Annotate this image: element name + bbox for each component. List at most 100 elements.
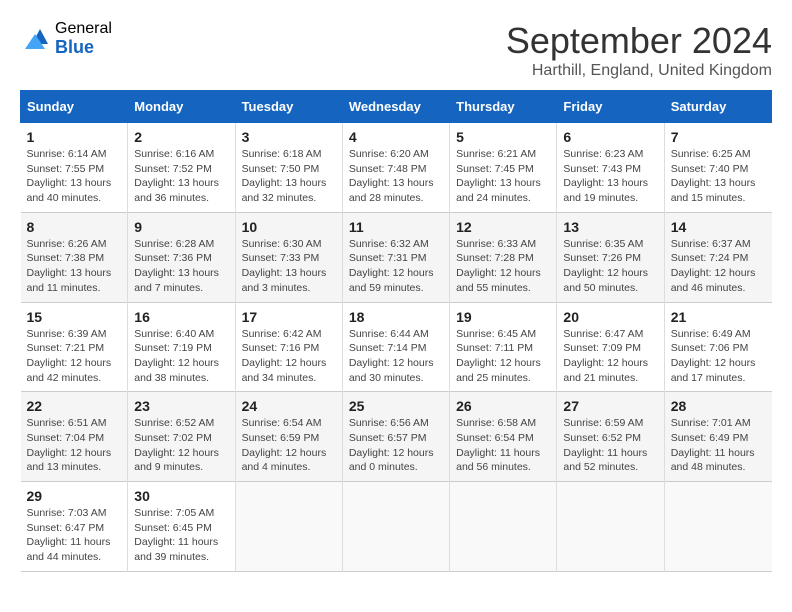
calendar-week-row: 22Sunrise: 6:51 AMSunset: 7:04 PMDayligh… (21, 392, 772, 482)
calendar-week-row: 15 Sunrise: 6:39 AMSunset: 7:21 PMDayligh… (21, 302, 772, 392)
day-info: Sunrise: 7:05 AMSunset: 6:45 PMDaylight:… (134, 506, 228, 565)
calendar-cell: 29 Sunrise: 7:03 AMSunset: 6:47 PMDayligh… (21, 482, 128, 572)
day-info: Sunrise: 6:51 AMSunset: 7:04 PMDaylight:… (27, 416, 122, 475)
day-info: Sunrise: 6:40 AMSunset: 7:19 PMDaylight:… (134, 327, 228, 386)
day-number: 21 (671, 309, 766, 325)
day-info: Sunrise: 6:58 AMSunset: 6:54 PMDaylight:… (456, 416, 550, 475)
calendar-cell: 6 Sunrise: 6:23 AMSunset: 7:43 PMDaylight… (557, 123, 664, 213)
header-tuesday: Tuesday (235, 91, 342, 123)
calendar-cell: 17 Sunrise: 6:42 AMSunset: 7:16 PMDayligh… (235, 302, 342, 392)
logo-general: General (55, 20, 112, 38)
calendar-cell: 14 Sunrise: 6:37 AMSunset: 7:24 PMDayligh… (664, 212, 771, 302)
day-number: 19 (456, 309, 550, 325)
calendar-cell (557, 482, 664, 572)
calendar-cell: 8 Sunrise: 6:26 AMSunset: 7:38 PMDaylight… (21, 212, 128, 302)
day-info: Sunrise: 6:20 AMSunset: 7:48 PMDaylight:… (349, 147, 443, 206)
header-sunday: Sunday (21, 91, 128, 123)
header-thursday: Thursday (450, 91, 557, 123)
day-number: 12 (456, 219, 550, 235)
day-info: Sunrise: 7:03 AMSunset: 6:47 PMDaylight:… (27, 506, 122, 565)
day-info: Sunrise: 6:52 AMSunset: 7:02 PMDaylight:… (134, 416, 228, 475)
day-info: Sunrise: 6:33 AMSunset: 7:28 PMDaylight:… (456, 237, 550, 296)
day-info: Sunrise: 6:37 AMSunset: 7:24 PMDaylight:… (671, 237, 766, 296)
day-info: Sunrise: 6:45 AMSunset: 7:11 PMDaylight:… (456, 327, 550, 386)
calendar-cell: 11Sunrise: 6:32 AMSunset: 7:31 PMDayligh… (342, 212, 449, 302)
day-info: Sunrise: 6:23 AMSunset: 7:43 PMDaylight:… (563, 147, 657, 206)
calendar-cell: 28 Sunrise: 7:01 AMSunset: 6:49 PMDayligh… (664, 392, 771, 482)
calendar-header-row: SundayMondayTuesdayWednesdayThursdayFrid… (21, 91, 772, 123)
calendar-week-row: 1Sunrise: 6:14 AMSunset: 7:55 PMDaylight… (21, 123, 772, 213)
day-number: 23 (134, 398, 228, 414)
day-info: Sunrise: 6:16 AMSunset: 7:52 PMDaylight:… (134, 147, 228, 206)
logo-blue: Blue (55, 38, 112, 58)
calendar-cell: 7 Sunrise: 6:25 AMSunset: 7:40 PMDaylight… (664, 123, 771, 213)
calendar-cell: 15 Sunrise: 6:39 AMSunset: 7:21 PMDayligh… (21, 302, 128, 392)
calendar-cell: 1Sunrise: 6:14 AMSunset: 7:55 PMDaylight… (21, 123, 128, 213)
calendar-table: SundayMondayTuesdayWednesdayThursdayFrid… (20, 90, 772, 572)
day-info: Sunrise: 6:26 AMSunset: 7:38 PMDaylight:… (27, 237, 122, 296)
day-number: 29 (27, 488, 122, 504)
location-title: Harthill, England, United Kingdom (506, 62, 772, 80)
day-number: 20 (563, 309, 657, 325)
day-info: Sunrise: 6:49 AMSunset: 7:06 PMDaylight:… (671, 327, 766, 386)
calendar-week-row: 29 Sunrise: 7:03 AMSunset: 6:47 PMDayligh… (21, 482, 772, 572)
calendar-cell: 27Sunrise: 6:59 AMSunset: 6:52 PMDayligh… (557, 392, 664, 482)
logo-text: General Blue (55, 20, 112, 57)
day-info: Sunrise: 6:54 AMSunset: 6:59 PMDaylight:… (242, 416, 336, 475)
day-info: Sunrise: 6:28 AMSunset: 7:36 PMDaylight:… (134, 237, 228, 296)
day-info: Sunrise: 6:30 AMSunset: 7:33 PMDaylight:… (242, 237, 336, 296)
day-number: 28 (671, 398, 766, 414)
day-number: 10 (242, 219, 336, 235)
day-info: Sunrise: 6:21 AMSunset: 7:45 PMDaylight:… (456, 147, 550, 206)
calendar-cell: 26 Sunrise: 6:58 AMSunset: 6:54 PMDayligh… (450, 392, 557, 482)
day-number: 8 (27, 219, 122, 235)
day-number: 3 (242, 129, 336, 145)
day-info: Sunrise: 7:01 AMSunset: 6:49 PMDaylight:… (671, 416, 766, 475)
day-number: 2 (134, 129, 228, 145)
day-info: Sunrise: 6:25 AMSunset: 7:40 PMDaylight:… (671, 147, 766, 206)
day-number: 5 (456, 129, 550, 145)
calendar-cell: 12 Sunrise: 6:33 AMSunset: 7:28 PMDayligh… (450, 212, 557, 302)
day-number: 25 (349, 398, 443, 414)
day-number: 17 (242, 309, 336, 325)
day-number: 15 (27, 309, 122, 325)
calendar-cell: 24 Sunrise: 6:54 AMSunset: 6:59 PMDayligh… (235, 392, 342, 482)
day-number: 6 (563, 129, 657, 145)
day-info: Sunrise: 6:39 AMSunset: 7:21 PMDaylight:… (27, 327, 122, 386)
calendar-cell: 30Sunrise: 7:05 AMSunset: 6:45 PMDayligh… (128, 482, 235, 572)
header-wednesday: Wednesday (342, 91, 449, 123)
day-info: Sunrise: 6:42 AMSunset: 7:16 PMDaylight:… (242, 327, 336, 386)
page-header: General Blue September 2024 Harthill, En… (20, 20, 772, 80)
month-title: September 2024 (506, 20, 772, 62)
day-info: Sunrise: 6:47 AMSunset: 7:09 PMDaylight:… (563, 327, 657, 386)
calendar-cell: 2 Sunrise: 6:16 AMSunset: 7:52 PMDaylight… (128, 123, 235, 213)
day-number: 18 (349, 309, 443, 325)
calendar-cell: 5 Sunrise: 6:21 AMSunset: 7:45 PMDaylight… (450, 123, 557, 213)
day-info: Sunrise: 6:32 AMSunset: 7:31 PMDaylight:… (349, 237, 443, 296)
calendar-cell: 18 Sunrise: 6:44 AMSunset: 7:14 PMDayligh… (342, 302, 449, 392)
day-info: Sunrise: 6:59 AMSunset: 6:52 PMDaylight:… (563, 416, 657, 475)
calendar-cell (235, 482, 342, 572)
calendar-cell: 3 Sunrise: 6:18 AMSunset: 7:50 PMDaylight… (235, 123, 342, 213)
day-number: 26 (456, 398, 550, 414)
header-saturday: Saturday (664, 91, 771, 123)
calendar-cell: 19 Sunrise: 6:45 AMSunset: 7:11 PMDayligh… (450, 302, 557, 392)
day-info: Sunrise: 6:44 AMSunset: 7:14 PMDaylight:… (349, 327, 443, 386)
day-info: Sunrise: 6:18 AMSunset: 7:50 PMDaylight:… (242, 147, 336, 206)
day-number: 14 (671, 219, 766, 235)
calendar-cell: 9 Sunrise: 6:28 AMSunset: 7:36 PMDaylight… (128, 212, 235, 302)
day-info: Sunrise: 6:56 AMSunset: 6:57 PMDaylight:… (349, 416, 443, 475)
calendar-cell: 22Sunrise: 6:51 AMSunset: 7:04 PMDayligh… (21, 392, 128, 482)
day-number: 9 (134, 219, 228, 235)
calendar-cell: 25 Sunrise: 6:56 AMSunset: 6:57 PMDayligh… (342, 392, 449, 482)
calendar-cell (342, 482, 449, 572)
calendar-week-row: 8 Sunrise: 6:26 AMSunset: 7:38 PMDaylight… (21, 212, 772, 302)
title-area: September 2024 Harthill, England, United… (506, 20, 772, 80)
logo: General Blue (20, 20, 112, 57)
logo-icon (20, 24, 50, 54)
calendar-cell (664, 482, 771, 572)
day-number: 7 (671, 129, 766, 145)
calendar-cell: 21 Sunrise: 6:49 AMSunset: 7:06 PMDayligh… (664, 302, 771, 392)
calendar-cell: 20 Sunrise: 6:47 AMSunset: 7:09 PMDayligh… (557, 302, 664, 392)
day-number: 24 (242, 398, 336, 414)
